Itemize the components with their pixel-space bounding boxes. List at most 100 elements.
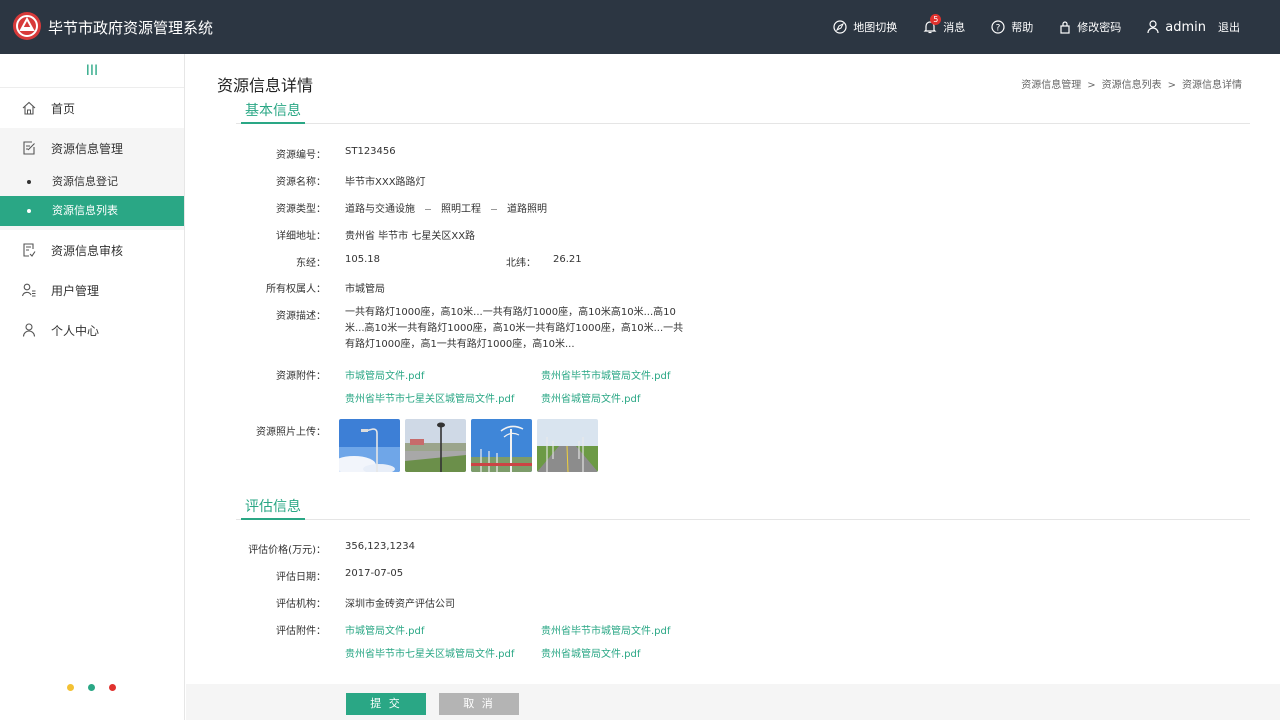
field-value: 道路与交通设施 照明工程 道路照明 (345, 200, 547, 215)
resource-photo-1[interactable] (339, 419, 400, 472)
app-title: 毕节市政府资源管理系统 (48, 19, 214, 37)
sidebar-item-resource-review[interactable]: 资源信息审核 (0, 230, 184, 270)
sidebar-item-label: 首页 (51, 101, 76, 116)
field-eval-attachments: 评估附件： 市城管局文件.pdf 贵州省毕节市城管局文件.pdf 贵州省毕节市七… (186, 622, 886, 662)
field-description: 资源描述： 一共有路灯1000座，高10米...一共有路灯1000座，高10米高… (186, 307, 886, 357)
page-title: 资源信息详情 (217, 76, 314, 95)
sidebar-item-resource-management[interactable]: 资源信息管理 (0, 128, 184, 168)
messages-button[interactable]: 5 消息 (923, 14, 966, 35)
cancel-button[interactable]: 取 消 (439, 693, 519, 715)
field-label: 资源描述： (276, 311, 326, 322)
sidebar-item-label: 个人中心 (51, 323, 100, 338)
edit-doc-icon (23, 141, 35, 155)
help-button[interactable]: ? 帮助 (991, 19, 1033, 35)
sidebar-item-label: 资源信息审核 (51, 243, 124, 258)
sidebar: III 首页 资源信息管理 资源信息登记 资源信息列表 资源信息审核 用户管理 … (0, 54, 185, 720)
pagination-dots (67, 684, 130, 691)
map-switch-label: 地图切换 (853, 21, 898, 34)
sidebar-subitem-resource-register[interactable]: 资源信息登记 (0, 168, 184, 196)
dot-yellow[interactable] (67, 684, 74, 691)
form-actions-bar: 提 交 取 消 (186, 684, 1280, 720)
field-value: 毕节市XXX路路灯 (345, 177, 426, 188)
evaluation-section-header: 评估信息 (236, 496, 1250, 520)
change-password-button[interactable]: 修改密码 (1059, 19, 1121, 35)
user-menu[interactable]: admin 退出 (1147, 19, 1240, 35)
field-value: 贵州省 毕节市 七星关区XX路 (345, 231, 476, 242)
user-list-icon (22, 283, 36, 297)
attachment-link[interactable]: 贵州省城管局文件.pdf (541, 390, 640, 405)
breadcrumb-item[interactable]: 资源信息管理 (1021, 80, 1081, 91)
sidebar-collapse-toggle[interactable]: III (0, 54, 184, 88)
logo-icon (13, 12, 41, 40)
messages-label: 消息 (943, 21, 966, 34)
top-header: 毕节市政府资源管理系统 地图切换 5 消息 ? 帮助 修改密码 admin 退出 (0, 0, 1280, 54)
main-content: 资源信息详情 资源信息管理 > 资源信息列表 > 资源信息详情 基本信息 资源编号： S… (186, 54, 1280, 720)
breadcrumb-item[interactable]: 资源信息列表 (1102, 80, 1162, 91)
field-label: 资源名称： (276, 177, 326, 188)
type-level-2: 照明工程 (441, 204, 481, 215)
field-value: ST123456 (345, 146, 396, 157)
field-label: 资源附件： (276, 371, 326, 382)
field-label: 所有权属人： (266, 284, 326, 295)
attachment-link[interactable]: 市城管局文件.pdf (345, 622, 424, 637)
map-switch-button[interactable]: 地图切换 (833, 19, 897, 35)
field-label: 资源类型： (276, 204, 326, 215)
user-icon (1147, 20, 1159, 34)
field-value: 2017-07-05 (345, 568, 404, 579)
type-separator (425, 208, 431, 210)
change-password-label: 修改密码 (1077, 21, 1122, 34)
field-resource-attachments: 资源附件： 市城管局文件.pdf 贵州省毕节市城管局文件.pdf 贵州省毕节市七… (186, 367, 886, 407)
dot-red[interactable] (109, 684, 116, 691)
field-value: 深圳市金砖资产评估公司 (345, 599, 455, 610)
type-separator (491, 208, 497, 210)
field-label: 评估机构： (276, 599, 326, 610)
compass-icon (833, 20, 847, 34)
breadcrumb-separator: > (1167, 80, 1176, 91)
bell-icon: 5 (923, 14, 942, 34)
check-doc-icon (23, 243, 36, 257)
home-icon (22, 101, 36, 115)
breadcrumb-separator: > (1087, 80, 1096, 91)
sidebar-item-home[interactable]: 首页 (0, 88, 184, 128)
lock-icon (1060, 21, 1070, 34)
person-icon (22, 323, 36, 337)
basic-info-heading: 基本信息 (241, 100, 305, 124)
help-icon: ? (991, 20, 1005, 34)
breadcrumb-item: 资源信息详情 (1182, 80, 1242, 91)
evaluation-heading: 评估信息 (241, 496, 305, 520)
field-value: 市城管局 (345, 284, 385, 295)
attachment-link[interactable]: 贵州省城管局文件.pdf (541, 645, 640, 660)
resource-photo-3[interactable] (471, 419, 532, 472)
message-count-badge: 5 (930, 14, 942, 25)
attachment-link[interactable]: 贵州省毕节市城管局文件.pdf (541, 622, 670, 637)
resource-photo-2[interactable] (405, 419, 466, 472)
field-value: 一共有路灯1000座，高10米...一共有路灯1000座，高10米高10米...… (345, 307, 684, 350)
sidebar-item-user-management[interactable]: 用户管理 (0, 270, 184, 310)
logout-link[interactable]: 退出 (1218, 19, 1240, 35)
resource-photo-4[interactable] (537, 419, 598, 472)
breadcrumb: 资源信息管理 > 资源信息列表 > 资源信息详情 (1021, 76, 1242, 91)
attachment-link[interactable]: 贵州省毕节市七星关区城管局文件.pdf (345, 645, 514, 660)
field-label: 资源编号： (276, 150, 326, 161)
field-value: 356,123,1234 (345, 541, 415, 552)
sidebar-subitem-resource-list[interactable]: 资源信息列表 (0, 196, 184, 226)
attachment-link[interactable]: 贵州省毕节市七星关区城管局文件.pdf (345, 390, 514, 405)
sidebar-item-label: 用户管理 (51, 283, 100, 298)
field-label: 详细地址： (276, 231, 326, 242)
dot-green[interactable] (88, 684, 95, 691)
top-actions: 地图切换 5 消息 ? 帮助 修改密码 admin 退出 (807, 0, 1240, 54)
attachment-link[interactable]: 贵州省毕节市城管局文件.pdf (541, 367, 670, 382)
svg-text:?: ? (996, 24, 1001, 34)
basic-info-section-header: 基本信息 (236, 100, 1250, 124)
field-label: 评估附件： (276, 626, 326, 637)
submit-button[interactable]: 提 交 (346, 693, 426, 715)
sidebar-group-resource-management: 资源信息管理 资源信息登记 资源信息列表 (0, 128, 184, 230)
type-level-3: 道路照明 (507, 204, 547, 215)
sidebar-item-personal-center[interactable]: 个人中心 (0, 310, 184, 350)
help-label: 帮助 (1011, 21, 1034, 34)
attachment-link[interactable]: 市城管局文件.pdf (345, 367, 424, 382)
type-level-1: 道路与交通设施 (345, 204, 415, 215)
field-value-latitude: 26.21 (553, 254, 582, 265)
field-value-longitude: 105.18 (345, 254, 380, 265)
field-label-latitude: 北纬： (506, 258, 536, 269)
